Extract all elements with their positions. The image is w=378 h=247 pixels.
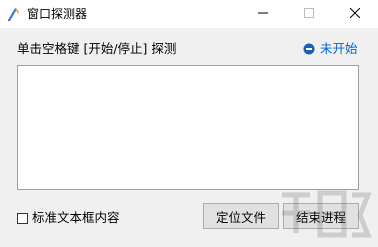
status-text: 未开始: [320, 41, 358, 56]
output-textarea[interactable]: [17, 65, 359, 190]
title-bar[interactable]: 窗口探测器: [0, 0, 378, 28]
checkbox-label: 标准文本框内容: [32, 210, 120, 225]
client-area: 单击空格键 [开始/停止] 探测 未开始 标准文本框内容 定位文件 结束进程: [0, 28, 378, 247]
window-title: 窗口探测器: [27, 7, 88, 21]
minimize-button[interactable]: [240, 0, 286, 28]
status-indicator: 未开始: [303, 41, 358, 57]
standard-textbox-checkbox[interactable]: [17, 212, 28, 224]
close-icon: [349, 7, 361, 21]
hint-label: 单击空格键 [开始/停止] 探测: [17, 41, 177, 56]
pen-tool-icon: [6, 6, 22, 22]
maximize-icon: [304, 7, 314, 21]
close-button[interactable]: [332, 0, 378, 28]
stop-circle-icon: [303, 43, 315, 55]
maximize-button[interactable]: [286, 0, 332, 28]
watermark-logo: [282, 190, 372, 238]
locate-file-button[interactable]: 定位文件: [203, 203, 279, 229]
minimize-icon: [258, 7, 268, 21]
standard-textbox-checkbox-row[interactable]: 标准文本框内容: [17, 210, 120, 226]
